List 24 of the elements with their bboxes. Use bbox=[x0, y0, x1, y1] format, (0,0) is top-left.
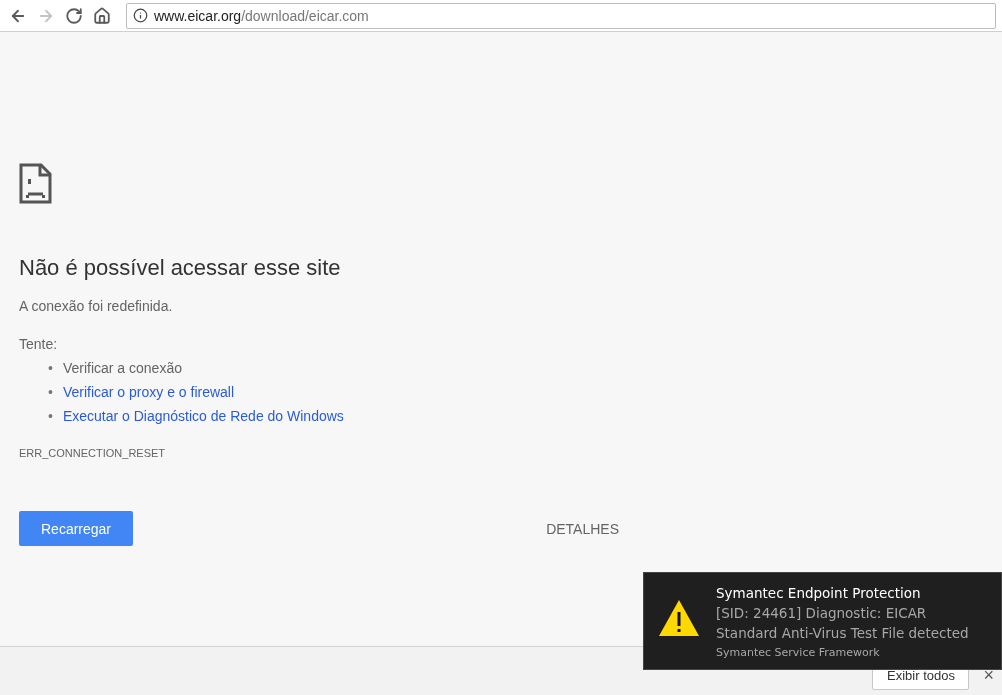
details-button[interactable]: DETALHES bbox=[546, 520, 619, 537]
url-path: /download/eicar.com bbox=[241, 7, 369, 24]
notification-title: Symantec Endpoint Protection bbox=[716, 584, 922, 603]
reload-button[interactable]: Recarregar bbox=[19, 511, 133, 546]
notification-body: [SID: 24461] Diagnostic: EICAR Standard Anti-Virus Test File detected bbox=[716, 604, 970, 643]
suggestion-link[interactable]: Verificar o proxy e o firewall bbox=[62, 380, 235, 404]
suggestion-text: Verificar a conexão bbox=[62, 359, 182, 378]
reload-icon bbox=[65, 6, 83, 25]
notification-toast[interactable]: Symantec Endpoint Protection [SID: 24461] Diagnostic: EICAR Standard Anti-Virus Test File detected Symantec Service Framework bbox=[643, 572, 1002, 670]
bullet: • bbox=[48, 383, 53, 402]
error-message: A conexão foi redefinida. bbox=[19, 297, 174, 316]
sad-page-icon bbox=[19, 163, 52, 204]
try-label: Tente: bbox=[19, 335, 59, 354]
bullet: • bbox=[48, 407, 53, 426]
error-code: ERR_CONNECTION_RESET bbox=[19, 447, 167, 459]
bullet: • bbox=[48, 359, 53, 378]
address-bar[interactable]: www.eicar.org/download/eicar.com bbox=[126, 2, 996, 29]
suggestion-link[interactable]: Executar o Diagnóstico de Rede do Windows bbox=[62, 404, 344, 428]
warning-icon bbox=[658, 599, 700, 637]
home-icon bbox=[93, 6, 111, 25]
notification-source: Symantec Service Framework bbox=[716, 645, 881, 661]
url-host: www.eicar.org bbox=[154, 7, 242, 24]
info-icon[interactable] bbox=[133, 8, 148, 23]
error-heading: Não é possível acessar esse site bbox=[19, 254, 342, 282]
